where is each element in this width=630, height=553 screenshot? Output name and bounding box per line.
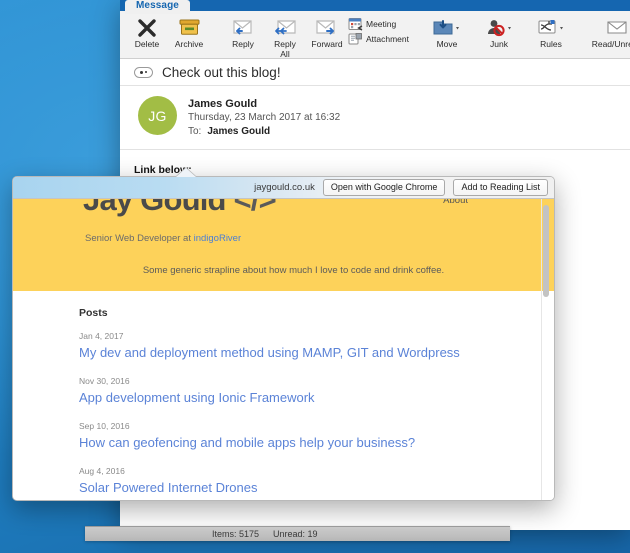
post-date: Aug 4, 2016 <box>79 466 125 476</box>
archive-button[interactable]: Archive <box>168 14 210 50</box>
code-brackets-icon: </> <box>233 199 277 217</box>
tagline-company-link[interactable]: indigoRiver <box>194 233 242 244</box>
meeting-calendar-icon <box>348 17 363 31</box>
junk-person-block-icon <box>484 16 514 39</box>
forward-button[interactable]: Forward <box>306 14 348 50</box>
popover-domain-label: jaygould.co.uk <box>254 182 315 193</box>
preview-webpage-content[interactable]: Jay Gould </> Senior Web Developer at in… <box>13 199 554 500</box>
rules-button[interactable]: Rules <box>525 14 577 50</box>
list-item: Aug 4, 2016 Solar Powered Internet Drone… <box>13 466 554 495</box>
move-folder-icon <box>432 16 462 39</box>
ribbon-group-respond: Reply Reply All Forward Meeting Attachme… <box>222 14 409 58</box>
ribbon-tab-strip: Message <box>120 0 630 14</box>
reply-label: Reply <box>232 39 254 49</box>
link-preview-popover: jaygould.co.uk Open with Google Chrome A… <box>12 176 555 501</box>
move-button[interactable]: Move <box>421 14 473 50</box>
attachment-icon <box>348 32 363 46</box>
reply-all-button[interactable]: Reply All <box>264 14 306 59</box>
archive-label: Archive <box>174 39 204 49</box>
website-tagline: Senior Web Developer at indigoRiver <box>85 233 241 244</box>
website-title: Jay Gould </> <box>83 199 277 217</box>
archive-box-icon <box>179 16 200 39</box>
post-date: Nov 30, 2016 <box>79 376 130 386</box>
recipient-row: To: James Gould <box>188 125 340 139</box>
post-title-link[interactable]: How can geofencing and mobile apps help … <box>79 435 554 450</box>
ribbon-group-actions: Move Junk Rules <box>421 14 577 58</box>
respond-stacked-actions: Meeting Attachment <box>348 14 409 46</box>
status-items-count: Items: 5175 <box>212 529 260 539</box>
nav-link-about[interactable]: About <box>443 199 468 206</box>
post-title-link[interactable]: Solar Powered Internet Drones <box>79 480 554 495</box>
posts-heading: Posts <box>79 307 108 319</box>
sender-name: James Gould <box>188 98 258 110</box>
post-date: Sep 10, 2016 <box>79 421 130 431</box>
message-sender-row: JG James Gould Thursday, 23 March 2017 a… <box>120 86 630 150</box>
website-strapline: Some generic strapline about how much I … <box>142 265 445 276</box>
delete-button[interactable]: Delete <box>126 14 168 50</box>
list-item: Jan 4, 2017 My dev and deployment method… <box>13 331 554 360</box>
message-date: Thursday, 23 March 2017 at 16:32 <box>188 112 341 123</box>
post-date: Jan 4, 2017 <box>79 331 124 341</box>
read-unread-label: Read/Unread <box>591 39 630 49</box>
posts-section: Posts Jan 4, 2017 My dev and deployment … <box>13 291 554 495</box>
move-label: Move <box>436 39 458 49</box>
meeting-label: Meeting <box>366 19 397 29</box>
tab-message[interactable]: Message <box>125 0 190 14</box>
to-label: To: <box>188 126 202 137</box>
tagline-prefix: Senior Web Developer at <box>85 233 194 244</box>
popover-toolbar: jaygould.co.uk Open with Google Chrome A… <box>13 177 554 199</box>
post-title-link[interactable]: My dev and deployment method using MAMP,… <box>79 345 554 360</box>
meeting-button[interactable]: Meeting <box>348 17 396 31</box>
list-item: Sep 10, 2016 How can geofencing and mobi… <box>13 421 554 450</box>
open-with-chrome-button[interactable]: Open with Google Chrome <box>322 179 446 196</box>
website-hero-banner: Jay Gould </> Senior Web Developer at in… <box>13 199 554 291</box>
sender-metadata: James Gould Thursday, 23 March 2017 at 1… <box>188 96 340 139</box>
junk-label: Junk <box>490 39 508 49</box>
preview-scrollbar-thumb[interactable] <box>543 205 549 297</box>
envelope-icon <box>605 16 629 39</box>
delete-label: Delete <box>134 39 160 49</box>
ribbon-group-delete: Delete Archive <box>126 14 210 58</box>
to-value: James Gould <box>207 126 271 137</box>
add-to-reading-list-button[interactable]: Add to Reading List <box>453 179 548 196</box>
delete-x-icon <box>136 16 158 39</box>
post-title-link[interactable]: App development using Ionic Framework <box>79 390 554 405</box>
message-subject: Check out this blog! <box>162 64 281 80</box>
website-title-text: Jay Gould <box>83 199 226 217</box>
popover-pointer-arrow <box>176 168 196 177</box>
forward-label: Forward <box>311 39 343 49</box>
ribbon-toolbar: Delete Archive Reply Reply All Forward M… <box>120 11 630 59</box>
preview-scrollbar[interactable] <box>543 205 549 494</box>
forward-envelope-icon <box>315 16 339 39</box>
unread-indicator-icon[interactable] <box>134 66 153 78</box>
read-unread-button[interactable]: Read/Unread <box>589 14 630 50</box>
attachment-button[interactable]: Attachment <box>348 32 409 46</box>
ribbon-group-tags: Read/Unread Categorize <box>589 14 630 58</box>
reply-all-envelope-icon <box>273 16 297 39</box>
rules-label: Rules <box>540 39 562 49</box>
attachment-label: Attachment <box>366 34 409 44</box>
body-text: Link below: <box>134 164 192 176</box>
avatar[interactable]: JG <box>138 96 177 135</box>
pill-dot <box>144 70 147 74</box>
pill-dot <box>140 70 143 74</box>
status-unread-count: Unread: 19 <box>273 529 318 539</box>
rules-arrows-icon <box>536 16 566 39</box>
list-item: Nov 30, 2016 App development using Ionic… <box>13 376 554 405</box>
reply-envelope-icon <box>231 16 255 39</box>
reply-all-label: Reply All <box>274 39 296 59</box>
outlook-status-bar: Items: 5175 Unread: 19 <box>85 526 510 541</box>
reply-button[interactable]: Reply <box>222 14 264 50</box>
junk-button[interactable]: Junk <box>473 14 525 50</box>
message-subject-row: Check out this blog! <box>120 59 630 86</box>
